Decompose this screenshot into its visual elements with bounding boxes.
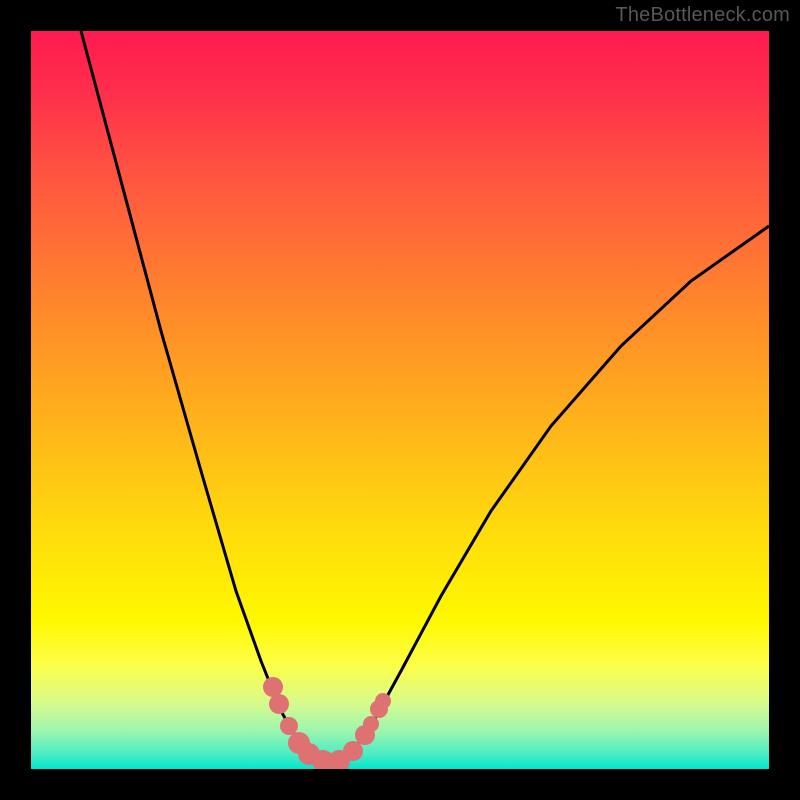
data-point — [375, 693, 391, 709]
chart-frame: TheBottleneck.com — [0, 0, 800, 800]
data-point — [363, 716, 379, 732]
left-curve — [81, 31, 331, 768]
watermark-text: TheBottleneck.com — [615, 4, 790, 27]
chart-curves — [31, 31, 769, 769]
plot-area — [31, 31, 769, 769]
right-curve — [331, 226, 769, 768]
data-point — [269, 694, 289, 714]
